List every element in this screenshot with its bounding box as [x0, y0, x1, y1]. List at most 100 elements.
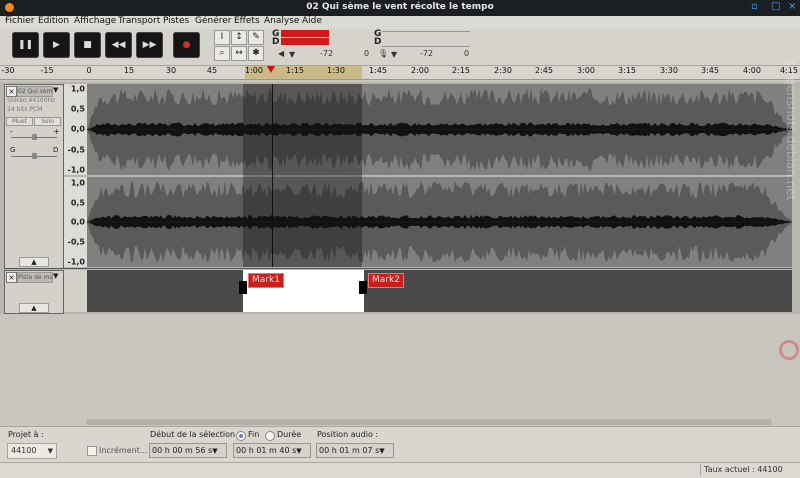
ruler-tick: 3:15	[618, 66, 636, 75]
actual-rate-status: Taux actuel : 44100	[700, 464, 800, 476]
ruler-tick: 3:30	[660, 66, 678, 75]
menu-affichage[interactable]: Affichage	[74, 16, 116, 26]
selection-region[interactable]	[243, 84, 362, 267]
horizontal-scrollbar[interactable]	[0, 418, 800, 426]
label-mark1[interactable]: Mark1	[248, 273, 284, 288]
timeline-ruler[interactable]: -30 -15 0 15 30 45 1:00 1:15 1:30 1:45 2…	[0, 66, 800, 80]
skip-start-button[interactable]: ◀◀	[105, 32, 132, 58]
duration-radio[interactable]	[265, 431, 275, 441]
audio-position-label: Position audio :	[317, 430, 379, 439]
menu-generer[interactable]: Générer	[195, 16, 232, 26]
scale-label: 0,0	[70, 217, 85, 227]
label-track-menu-icon[interactable]: ▼	[53, 272, 58, 280]
scale-label: 0,0	[70, 124, 85, 134]
play-button[interactable]: ▶	[43, 32, 70, 58]
skip-end-button[interactable]: ▶▶	[136, 32, 163, 58]
scale-label: -0,5	[67, 145, 86, 155]
label-track-name[interactable]: Piste de ma	[17, 272, 53, 283]
vertical-scale-left-channel: 1,0 0,5 0,0 -0,5 -1,0	[63, 84, 88, 175]
selection-end-time[interactable]: 00 h 01 m 40 s▼	[233, 443, 311, 458]
rec-meter	[382, 31, 470, 47]
gain-slider-thumb[interactable]	[32, 134, 37, 140]
mark1-handle[interactable]	[239, 281, 247, 294]
audio-track-name[interactable]: 02 Qui sèm	[17, 86, 53, 97]
gain-plus: +	[53, 127, 60, 136]
label-mark2[interactable]: Mark2	[368, 273, 404, 288]
window-title: 02 Qui sème le vent récolte le tempo	[306, 2, 494, 12]
scrollbar-thumb[interactable]	[86, 419, 772, 425]
menu-aide[interactable]: Aide	[302, 16, 322, 26]
record-button[interactable]: ●	[173, 32, 200, 58]
ruler-tick: 1:15	[286, 66, 304, 75]
scale-label: -0,5	[67, 237, 86, 247]
waveform-left-channel[interactable]	[87, 84, 792, 175]
ruler-tick: 30	[165, 66, 177, 75]
microphone-icon: 🎙	[378, 49, 389, 58]
status-bar: Taux actuel : 44100	[0, 462, 800, 478]
pan-slider-thumb[interactable]	[32, 153, 37, 159]
mark2-handle[interactable]	[359, 281, 367, 294]
ruler-tick: 15	[123, 66, 135, 75]
rec-scale-max: 0	[464, 49, 470, 58]
selection-end-time-value: 00 h 01 m 40 s	[236, 446, 297, 455]
project-rate-select[interactable]: 44100 ▼	[7, 443, 57, 459]
menu-bar: Fichier Edition Affichage Transport Pist…	[0, 16, 800, 29]
waveform-right-channel[interactable]	[87, 177, 792, 267]
menu-analyse[interactable]: Analyse	[264, 16, 299, 26]
label-track-body[interactable]	[87, 270, 792, 312]
close-track-icon[interactable]: ×	[6, 86, 17, 97]
play-meter-left-bar	[281, 30, 329, 37]
close-window-icon[interactable]: ×	[788, 1, 796, 12]
track-menu-icon[interactable]: ▼	[53, 86, 58, 94]
scale-label: 0,5	[70, 104, 85, 114]
scale-label: -1,0	[67, 165, 86, 175]
track-format: Stéréo,44100Hz	[7, 97, 56, 104]
selection-start-time[interactable]: 00 h 00 m 56 s▼	[149, 443, 227, 458]
title-bar: 02 Qui sème le vent récolte le tempo ▫ □…	[0, 0, 800, 16]
label-track-spacer	[63, 270, 88, 312]
chevron-down-icon: ▼	[47, 447, 53, 455]
selection-start-time-value: 00 h 00 m 56 s	[152, 446, 213, 455]
track-separator	[4, 268, 792, 269]
mute-button[interactable]: Muet	[6, 117, 33, 126]
menu-edition[interactable]: Edition	[38, 16, 69, 26]
play-meter-menu-icon[interactable]: ▼	[289, 50, 295, 59]
rec-meter-menu-icon[interactable]: ▼	[391, 50, 397, 59]
scale-label: -1,0	[67, 257, 86, 267]
minimize-icon[interactable]: ▫	[751, 1, 758, 12]
maximize-icon[interactable]: □	[771, 1, 780, 12]
ruler-tick: 2:30	[494, 66, 512, 75]
stop-button[interactable]: ■	[74, 32, 101, 58]
ruler-tick: -30	[1, 66, 15, 75]
collapse-track-icon[interactable]: ▲	[19, 257, 49, 267]
chevron-down-icon: ▼	[212, 447, 218, 455]
zoom-tool-icon[interactable]: ⌕	[214, 46, 230, 61]
pause-button[interactable]: ❚❚	[12, 32, 39, 58]
play-meter-right-label: D	[272, 37, 280, 47]
snap-label: Incrément...	[99, 446, 148, 455]
ruler-tick: 1:00	[245, 66, 263, 75]
snap-checkbox[interactable]	[87, 446, 97, 456]
selection-tool-icon[interactable]: I	[214, 30, 230, 45]
menu-transport[interactable]: Transport	[118, 16, 160, 26]
audio-position-time[interactable]: 00 h 01 m 07 s▼	[316, 443, 394, 458]
solo-button[interactable]: Solo	[34, 117, 61, 126]
multi-tool-icon[interactable]: ✱	[248, 46, 264, 61]
end-radio[interactable]	[236, 431, 246, 441]
ruler-tick: 0	[86, 66, 92, 75]
ruler-tick: 1:45	[369, 66, 387, 75]
menu-effets[interactable]: Effets	[234, 16, 260, 26]
collapse-label-track-icon[interactable]: ▲	[19, 303, 49, 313]
envelope-tool-icon[interactable]: ↕	[231, 30, 247, 45]
toolbar: ❚❚ ▶ ■ ◀◀ ▶▶ ● I ↕ ✎ ⌕ ↔ ✱ G D G D ◀ ▼ -…	[0, 29, 800, 66]
menu-pistes[interactable]: Pistes	[163, 16, 189, 26]
draw-tool-icon[interactable]: ✎	[248, 30, 264, 45]
gain-minus: -	[10, 127, 13, 136]
scale-label: 1,0	[70, 178, 85, 188]
rec-scale-min: -72	[420, 49, 434, 58]
menu-fichier[interactable]: Fichier	[5, 16, 34, 26]
timeshift-tool-icon[interactable]: ↔	[231, 46, 247, 61]
close-label-track-icon[interactable]: ×	[6, 272, 17, 283]
playhead-icon[interactable]	[267, 66, 275, 73]
chevron-down-icon: ▼	[379, 447, 385, 455]
